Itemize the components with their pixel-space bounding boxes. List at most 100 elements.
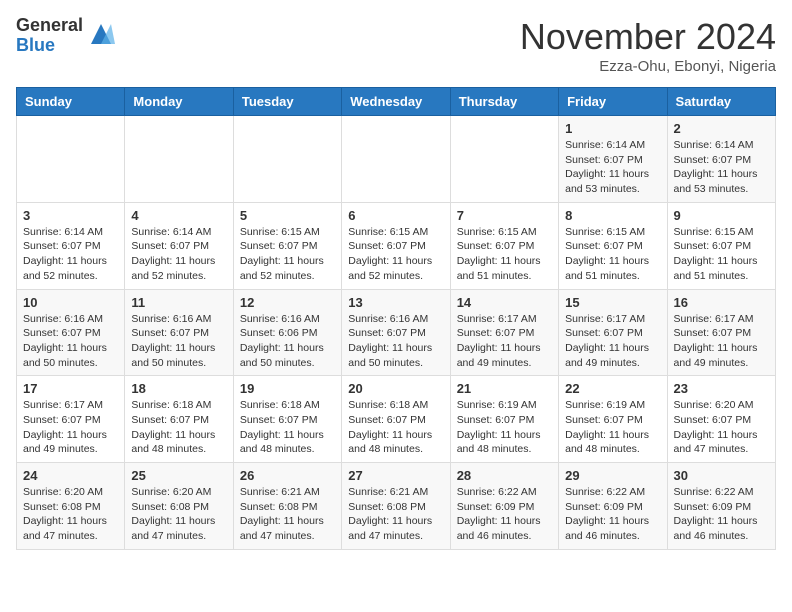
day-number: 23	[674, 381, 769, 396]
day-number: 14	[457, 295, 552, 310]
day-number: 16	[674, 295, 769, 310]
calendar-cell: 18Sunrise: 6:18 AMSunset: 6:07 PMDayligh…	[125, 376, 233, 463]
calendar-cell: 2 Sunrise: 6:14 AMSunset: 6:07 PMDaylight…	[667, 116, 775, 203]
day-number: 17	[23, 381, 118, 396]
calendar-cell: 27 Sunrise: 6:21 AMSunset: 6:08 PMDayligh…	[342, 463, 450, 550]
calendar-cell	[450, 116, 558, 203]
calendar-cell: 1Sunrise: 6:14 AMSunset: 6:07 PMDaylight…	[559, 116, 667, 203]
calendar-cell: 13 Sunrise: 6:16 AMSunset: 6:07 PMDayligh…	[342, 289, 450, 376]
calendar-cell: 17 Sunrise: 6:17 AMSunset: 6:07 PMDayligh…	[17, 376, 125, 463]
week-row-4: 17 Sunrise: 6:17 AMSunset: 6:07 PMDayligh…	[17, 376, 776, 463]
day-info: Sunrise: 6:20 AMSunset: 6:08 PMDaylight:…	[131, 485, 226, 544]
day-info: Sunrise: 6:16 AMSunset: 6:06 PMDaylight:…	[240, 312, 335, 371]
day-number: 9	[674, 208, 769, 223]
calendar-cell: 6 Sunrise: 6:15 AMSunset: 6:07 PMDaylight…	[342, 202, 450, 289]
calendar-cell: 22 Sunrise: 6:19 AMSunset: 6:07 PMDayligh…	[559, 376, 667, 463]
day-info: Sunrise: 6:15 AMSunset: 6:07 PMDaylight:…	[240, 225, 335, 284]
calendar-cell: 28Sunrise: 6:22 AMSunset: 6:09 PMDayligh…	[450, 463, 558, 550]
day-number: 27	[348, 468, 443, 483]
calendar-cell: 8 Sunrise: 6:15 AMSunset: 6:07 PMDaylight…	[559, 202, 667, 289]
day-info: Sunrise: 6:14 AMSunset: 6:07 PMDaylight:…	[565, 138, 660, 197]
day-number: 15	[565, 295, 660, 310]
week-row-3: 10 Sunrise: 6:16 AMSunset: 6:07 PMDayligh…	[17, 289, 776, 376]
day-info: Sunrise: 6:21 AMSunset: 6:08 PMDaylight:…	[348, 485, 443, 544]
day-info: Sunrise: 6:22 AMSunset: 6:09 PMDaylight:…	[674, 485, 769, 544]
day-info: Sunrise: 6:15 AMSunset: 6:07 PMDaylight:…	[348, 225, 443, 284]
day-number: 25	[131, 468, 226, 483]
day-info: Sunrise: 6:21 AMSunset: 6:08 PMDaylight:…	[240, 485, 335, 544]
day-info: Sunrise: 6:22 AMSunset: 6:09 PMDaylight:…	[457, 485, 552, 544]
day-number: 29	[565, 468, 660, 483]
col-wednesday: Wednesday	[342, 88, 450, 116]
day-number: 10	[23, 295, 118, 310]
day-info: Sunrise: 6:16 AMSunset: 6:07 PMDaylight:…	[348, 312, 443, 371]
day-number: 18	[131, 381, 226, 396]
day-info: Sunrise: 6:19 AMSunset: 6:07 PMDaylight:…	[457, 398, 552, 457]
day-number: 2	[674, 121, 769, 136]
calendar-cell: 19 Sunrise: 6:18 AMSunset: 6:07 PMDayligh…	[233, 376, 341, 463]
day-number: 13	[348, 295, 443, 310]
month-title: November 2024	[520, 16, 776, 58]
location-text: Ezza-Ohu, Ebonyi, Nigeria	[520, 58, 776, 75]
day-number: 21	[457, 381, 552, 396]
page-header: General Blue November 2024 Ezza-Ohu, Ebo…	[16, 16, 776, 75]
day-info: Sunrise: 6:15 AMSunset: 6:07 PMDaylight:…	[457, 225, 552, 284]
day-info: Sunrise: 6:17 AMSunset: 6:07 PMDaylight:…	[565, 312, 660, 371]
day-info: Sunrise: 6:19 AMSunset: 6:07 PMDaylight:…	[565, 398, 660, 457]
calendar-cell: 21 Sunrise: 6:19 AMSunset: 6:07 PMDayligh…	[450, 376, 558, 463]
calendar-cell: 15 Sunrise: 6:17 AMSunset: 6:07 PMDayligh…	[559, 289, 667, 376]
day-number: 8	[565, 208, 660, 223]
day-number: 4	[131, 208, 226, 223]
title-section: November 2024 Ezza-Ohu, Ebonyi, Nigeria	[520, 16, 776, 75]
day-number: 6	[348, 208, 443, 223]
day-info: Sunrise: 6:18 AMSunset: 6:07 PMDaylight:…	[240, 398, 335, 457]
day-number: 20	[348, 381, 443, 396]
day-number: 5	[240, 208, 335, 223]
day-number: 7	[457, 208, 552, 223]
calendar-cell: 7 Sunrise: 6:15 AMSunset: 6:07 PMDaylight…	[450, 202, 558, 289]
day-info: Sunrise: 6:17 AMSunset: 6:07 PMDaylight:…	[23, 398, 118, 457]
col-tuesday: Tuesday	[233, 88, 341, 116]
calendar-cell: 24Sunrise: 6:20 AMSunset: 6:08 PMDayligh…	[17, 463, 125, 550]
calendar-cell	[17, 116, 125, 203]
week-row-2: 3 Sunrise: 6:14 AMSunset: 6:07 PMDaylight…	[17, 202, 776, 289]
calendar-cell: 29 Sunrise: 6:22 AMSunset: 6:09 PMDayligh…	[559, 463, 667, 550]
calendar-cell	[125, 116, 233, 203]
calendar-cell: 30 Sunrise: 6:22 AMSunset: 6:09 PMDayligh…	[667, 463, 775, 550]
col-saturday: Saturday	[667, 88, 775, 116]
logo-blue-text: Blue	[16, 36, 83, 56]
calendar-cell: 11 Sunrise: 6:16 AMSunset: 6:07 PMDayligh…	[125, 289, 233, 376]
calendar-cell: 12 Sunrise: 6:16 AMSunset: 6:06 PMDayligh…	[233, 289, 341, 376]
calendar-cell: 26Sunrise: 6:21 AMSunset: 6:08 PMDayligh…	[233, 463, 341, 550]
day-info: Sunrise: 6:20 AMSunset: 6:07 PMDaylight:…	[674, 398, 769, 457]
day-info: Sunrise: 6:14 AMSunset: 6:07 PMDaylight:…	[131, 225, 226, 284]
day-number: 19	[240, 381, 335, 396]
day-number: 3	[23, 208, 118, 223]
header-row: Sunday Monday Tuesday Wednesday Thursday…	[17, 88, 776, 116]
day-info: Sunrise: 6:14 AMSunset: 6:07 PMDaylight:…	[23, 225, 118, 284]
day-number: 12	[240, 295, 335, 310]
calendar-cell: 9Sunrise: 6:15 AMSunset: 6:07 PMDaylight…	[667, 202, 775, 289]
calendar-cell	[233, 116, 341, 203]
day-info: Sunrise: 6:16 AMSunset: 6:07 PMDaylight:…	[131, 312, 226, 371]
day-info: Sunrise: 6:14 AMSunset: 6:07 PMDaylight:…	[674, 138, 769, 197]
calendar-cell: 16 Sunrise: 6:17 AMSunset: 6:07 PMDayligh…	[667, 289, 775, 376]
calendar-body: 1Sunrise: 6:14 AMSunset: 6:07 PMDaylight…	[17, 116, 776, 550]
day-info: Sunrise: 6:15 AMSunset: 6:07 PMDaylight:…	[565, 225, 660, 284]
day-number: 30	[674, 468, 769, 483]
day-info: Sunrise: 6:17 AMSunset: 6:07 PMDaylight:…	[674, 312, 769, 371]
col-sunday: Sunday	[17, 88, 125, 116]
day-info: Sunrise: 6:22 AMSunset: 6:09 PMDaylight:…	[565, 485, 660, 544]
day-info: Sunrise: 6:16 AMSunset: 6:07 PMDaylight:…	[23, 312, 118, 371]
calendar-cell: 5 Sunrise: 6:15 AMSunset: 6:07 PMDaylight…	[233, 202, 341, 289]
day-info: Sunrise: 6:17 AMSunset: 6:07 PMDaylight:…	[457, 312, 552, 371]
day-number: 11	[131, 295, 226, 310]
calendar-cell: 23 Sunrise: 6:20 AMSunset: 6:07 PMDayligh…	[667, 376, 775, 463]
calendar-cell: 3 Sunrise: 6:14 AMSunset: 6:07 PMDaylight…	[17, 202, 125, 289]
calendar-cell: 20 Sunrise: 6:18 AMSunset: 6:07 PMDayligh…	[342, 376, 450, 463]
calendar-cell	[342, 116, 450, 203]
day-info: Sunrise: 6:18 AMSunset: 6:07 PMDaylight:…	[348, 398, 443, 457]
calendar-table: Sunday Monday Tuesday Wednesday Thursday…	[16, 87, 776, 550]
day-number: 22	[565, 381, 660, 396]
calendar-header: Sunday Monday Tuesday Wednesday Thursday…	[17, 88, 776, 116]
